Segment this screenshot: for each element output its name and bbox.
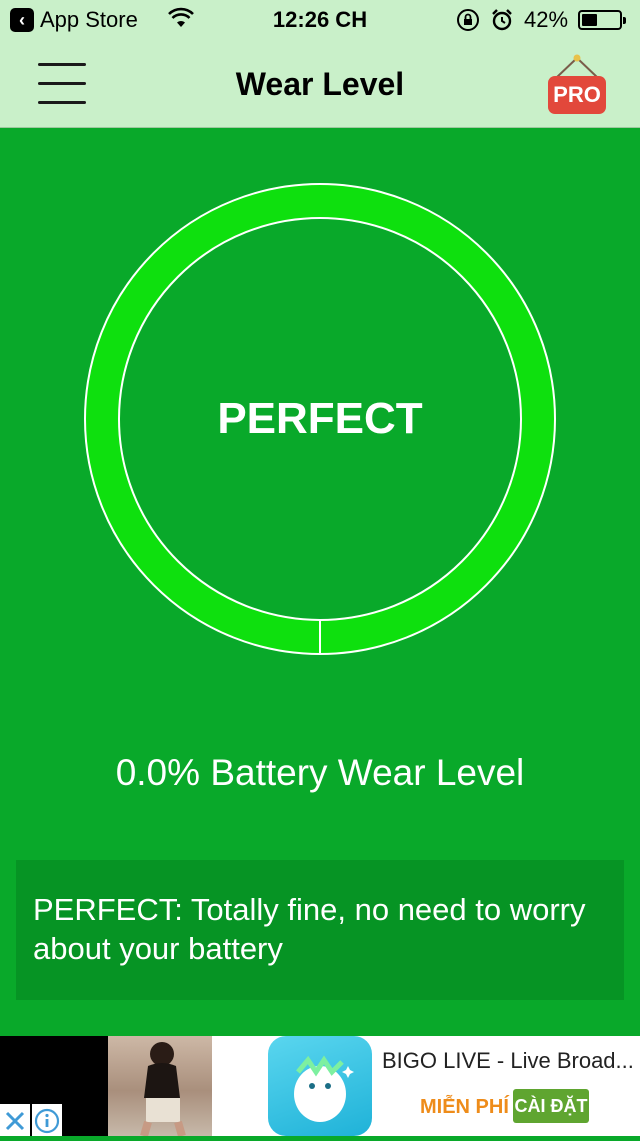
ad-install-button[interactable]: CÀI ĐẶT [513, 1089, 589, 1123]
rotation-lock-icon [457, 9, 479, 31]
alarm-icon [492, 9, 512, 31]
page-title: Wear Level [235, 66, 405, 102]
navigation-bar: Wear Level PRO [0, 40, 640, 128]
ad-card[interactable]: BIGO LIVE - Live Broad... MIỄN PHÍ CÀI Đ… [212, 1036, 640, 1136]
bigo-live-app-icon[interactable] [268, 1036, 372, 1136]
ad-price-label: MIỄN PHÍ [420, 1096, 509, 1118]
ad-banner[interactable]: BIGO LIVE - Live Broad... MIỄN PHÍ CÀI Đ… [0, 1036, 640, 1136]
wear-level-text: 0.0% Battery Wear Level [115, 752, 525, 793]
pro-badge: PRO [548, 76, 606, 114]
ad-close-icon[interactable] [0, 1104, 30, 1136]
battery-percentage: 42% [524, 7, 569, 32]
status-message: PERFECT: Totally fine, no need to worry … [33, 892, 586, 966]
battery-fill [582, 14, 597, 26]
ad-app-name: BIGO LIVE - Live Broad... [382, 1048, 632, 1073]
pro-upgrade-button[interactable]: PRO [546, 54, 608, 116]
gauge-status-label: PERFECT [217, 394, 423, 443]
battery-nub [623, 17, 626, 24]
status-bar: ‹ App Store 12:26 CH 42% [0, 0, 640, 40]
battery-icon [578, 10, 626, 30]
status-message-box: PERFECT: Totally fine, no need to worry … [16, 860, 624, 1000]
ad-photo-figure [140, 1042, 186, 1136]
ad-info-icon[interactable] [32, 1104, 62, 1136]
ad-photo [108, 1036, 212, 1136]
hamburger-menu-icon[interactable] [38, 62, 86, 106]
